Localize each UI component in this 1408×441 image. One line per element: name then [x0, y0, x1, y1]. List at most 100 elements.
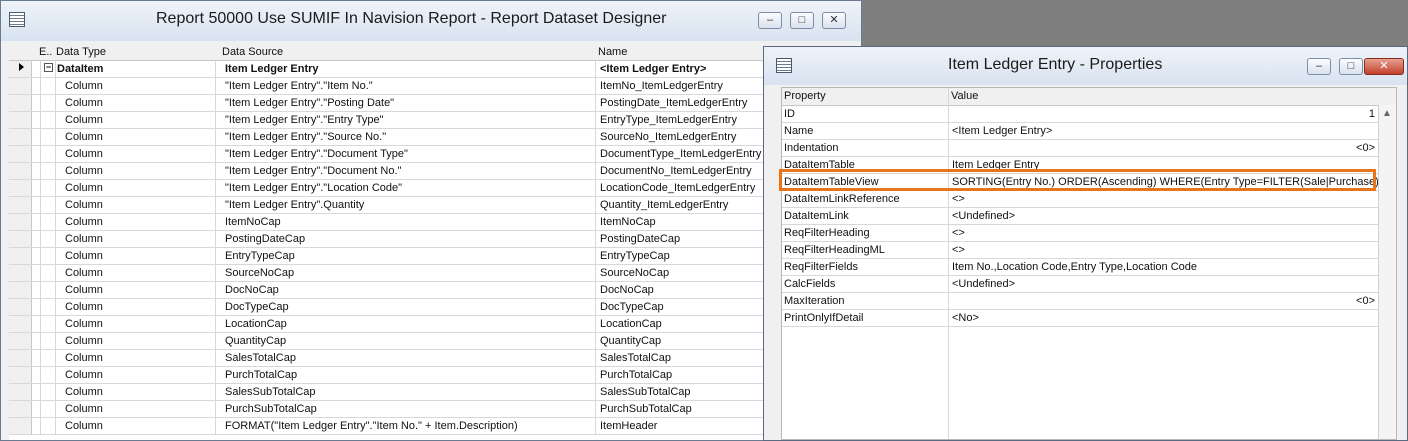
name-cell[interactable]: DocumentType_ItemLedgerEntry [600, 148, 761, 160]
data-type-cell[interactable]: Column [65, 199, 103, 211]
property-row[interactable]: Name <Item Ledger Entry> [782, 123, 1378, 140]
name-cell[interactable]: EntryType_ItemLedgerEntry [600, 114, 737, 126]
data-type-cell[interactable]: Column [65, 97, 103, 109]
data-source-cell[interactable]: "Item Ledger Entry"."Location Code" [225, 182, 402, 194]
row-selector[interactable] [9, 316, 32, 332]
property-value-right[interactable]: 1 [1369, 108, 1375, 120]
data-type-cell[interactable]: Column [65, 352, 103, 364]
table-row[interactable]: Column "Item Ledger Entry"."Entry Type" En… [9, 112, 861, 129]
table-row[interactable]: Column "Item Ledger Entry"."Item No." Item… [9, 78, 861, 95]
properties-titlebar[interactable]: Item Ledger Entry - Properties – □ ✕ [764, 47, 1407, 85]
name-cell[interactable]: SourceNoCap [600, 267, 669, 279]
vertical-scrollbar[interactable]: ▲ [1378, 105, 1396, 439]
property-value[interactable]: SORTING(Entry No.) ORDER(Ascending) WHER… [952, 176, 1382, 188]
row-selector[interactable] [9, 78, 32, 94]
data-type-cell[interactable]: Column [65, 386, 103, 398]
name-cell[interactable]: ItemNoCap [600, 216, 656, 228]
property-value[interactable]: <Undefined> [952, 278, 1015, 290]
name-cell[interactable]: ItemNo_ItemLedgerEntry [600, 80, 723, 92]
data-source-cell[interactable]: FORMAT("Item Ledger Entry"."Item No." + … [225, 420, 518, 432]
data-source-cell[interactable]: "Item Ledger Entry"."Posting Date" [225, 97, 394, 109]
row-selector[interactable] [9, 282, 32, 298]
maximize-button[interactable]: □ [1339, 58, 1363, 75]
property-value-right[interactable]: <0> [1356, 295, 1375, 307]
property-row[interactable]: DataItemTable Item Ledger Entry [782, 157, 1378, 174]
name-cell[interactable]: PostingDate_ItemLedgerEntry [600, 97, 747, 109]
data-source-cell[interactable]: QuantityCap [225, 335, 286, 347]
data-source-cell[interactable]: "Item Ledger Entry"."Document No." [225, 165, 401, 177]
name-cell[interactable]: DocTypeCap [600, 301, 664, 313]
data-source-cell[interactable]: SalesSubTotalCap [225, 386, 316, 398]
table-row[interactable]: Column SourceNoCap SourceNoCap [9, 265, 861, 282]
table-row[interactable]: Column DocNoCap DocNoCap [9, 282, 861, 299]
data-type-cell[interactable]: Column [65, 267, 103, 279]
row-selector[interactable] [9, 350, 32, 366]
property-row[interactable]: ID 1 [782, 106, 1378, 123]
row-selector[interactable] [9, 129, 32, 145]
property-value[interactable]: Item No.,Location Code,Entry Type,Locati… [952, 261, 1197, 273]
data-source-cell[interactable]: "Item Ledger Entry"."Entry Type" [225, 114, 384, 126]
row-selector[interactable] [9, 163, 32, 179]
name-cell[interactable]: ItemHeader [600, 420, 657, 432]
row-selector[interactable] [9, 333, 32, 349]
row-selector[interactable] [9, 367, 32, 383]
name-cell[interactable]: PostingDateCap [600, 233, 680, 245]
table-row[interactable]: Column SalesSubTotalCap SalesSubTotalCap [9, 384, 861, 401]
data-source-cell[interactable]: "Item Ledger Entry".Quantity [225, 199, 364, 211]
maximize-button[interactable]: □ [790, 12, 814, 29]
name-cell[interactable]: SalesTotalCap [600, 352, 671, 364]
name-cell[interactable]: LocationCode_ItemLedgerEntry [600, 182, 755, 194]
data-source-cell[interactable]: "Item Ledger Entry"."Item No." [225, 80, 373, 92]
table-row[interactable]: Column QuantityCap QuantityCap [9, 333, 861, 350]
table-row[interactable]: Column "Item Ledger Entry"."Posting Date"… [9, 95, 861, 112]
table-row[interactable]: Column "Item Ledger Entry"."Location Code… [9, 180, 861, 197]
property-value[interactable]: <Undefined> [952, 210, 1015, 222]
table-row[interactable]: Column PostingDateCap PostingDateCap [9, 231, 861, 248]
name-cell[interactable]: DocumentNo_ItemLedgerEntry [600, 165, 752, 177]
table-row[interactable]: Column "Item Ledger Entry"."Document Type… [9, 146, 861, 163]
data-source-cell[interactable]: EntryTypeCap [225, 250, 295, 262]
column-header-name[interactable]: Name [598, 46, 627, 58]
property-row[interactable]: PrintOnlyIfDetail <No> [782, 310, 1378, 327]
data-source-cell[interactable]: LocationCap [225, 318, 287, 330]
data-type-cell[interactable]: Column [65, 216, 103, 228]
property-row[interactable]: ReqFilterFields Item No.,Location Code,En… [782, 259, 1378, 276]
scroll-up-icon[interactable]: ▲ [1382, 108, 1392, 119]
data-source-cell[interactable]: PostingDateCap [225, 233, 305, 245]
data-source-cell[interactable]: DocTypeCap [225, 301, 289, 313]
property-value[interactable]: <No> [952, 312, 979, 324]
data-source-cell[interactable]: SalesTotalCap [225, 352, 296, 364]
data-type-cell[interactable]: DataItem [57, 63, 103, 75]
name-cell[interactable]: PurchSubTotalCap [600, 403, 692, 415]
column-header-data-type[interactable]: Data Type [56, 46, 106, 58]
collapse-icon[interactable]: − [44, 63, 53, 72]
property-value[interactable]: <> [952, 193, 965, 205]
row-selector[interactable] [9, 197, 32, 213]
column-header-e[interactable]: E.. [39, 46, 52, 58]
data-source-cell[interactable]: PurchSubTotalCap [225, 403, 317, 415]
name-cell[interactable]: PurchTotalCap [600, 369, 672, 381]
property-value[interactable]: <Item Ledger Entry> [952, 125, 1052, 137]
designer-titlebar[interactable]: Report 50000 Use SUMIF In Navision Repor… [1, 1, 861, 41]
row-selector[interactable] [9, 95, 32, 111]
data-type-cell[interactable]: Column [65, 335, 103, 347]
row-selector[interactable] [9, 248, 32, 264]
table-row[interactable]: Column FORMAT("Item Ledger Entry"."Item N… [9, 418, 861, 435]
table-row[interactable]: Column "Item Ledger Entry"."Source No." So… [9, 129, 861, 146]
data-type-cell[interactable]: Column [65, 165, 103, 177]
row-selector[interactable] [9, 401, 32, 417]
data-type-cell[interactable]: Column [65, 114, 103, 126]
data-source-cell[interactable]: PurchTotalCap [225, 369, 297, 381]
data-type-cell[interactable]: Column [65, 250, 103, 262]
row-selector[interactable] [9, 146, 32, 162]
name-cell[interactable]: Quantity_ItemLedgerEntry [600, 199, 728, 211]
name-cell[interactable]: SourceNo_ItemLedgerEntry [600, 131, 736, 143]
data-source-cell[interactable]: "Item Ledger Entry"."Source No." [225, 131, 386, 143]
table-row[interactable]: Column EntryTypeCap EntryTypeCap [9, 248, 861, 265]
table-row[interactable]: Column PurchSubTotalCap PurchSubTotalCap [9, 401, 861, 418]
data-type-cell[interactable]: Column [65, 233, 103, 245]
table-row[interactable]: Column LocationCap LocationCap [9, 316, 861, 333]
data-source-cell[interactable]: "Item Ledger Entry"."Document Type" [225, 148, 408, 160]
data-source-cell[interactable]: ItemNoCap [225, 216, 281, 228]
data-type-cell[interactable]: Column [65, 420, 103, 432]
